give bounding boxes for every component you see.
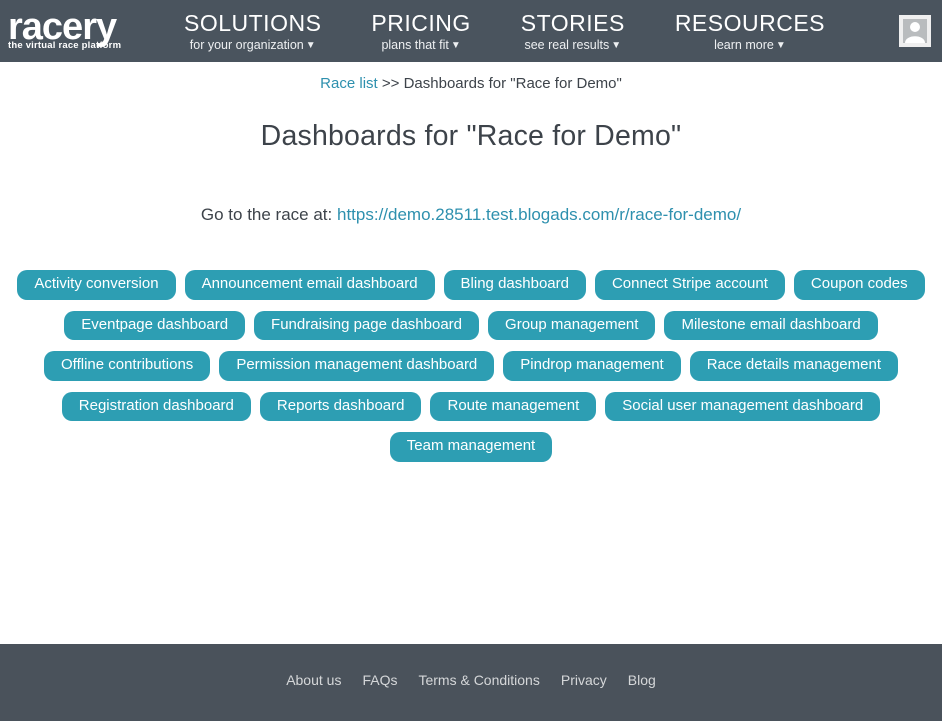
nav-item-stories[interactable]: STORIES see real results▼ (521, 10, 625, 51)
nav-sublabel: for your organization▼ (184, 38, 321, 52)
dashboard-button-social-user-management[interactable]: Social user management dashboard (605, 392, 880, 422)
nav-item-pricing[interactable]: PRICING plans that fit▼ (371, 10, 470, 51)
nav-label: RESOURCES (675, 10, 825, 36)
dashboard-button-race-details[interactable]: Race details management (690, 351, 898, 381)
footer-link-about-us[interactable]: About us (286, 672, 341, 688)
breadcrumb: Race list >> Dashboards for "Race for De… (0, 62, 942, 92)
nav-label: PRICING (371, 10, 470, 36)
nav-item-solutions[interactable]: SOLUTIONS for your organization▼ (184, 10, 321, 51)
footer-link-faqs[interactable]: FAQs (362, 672, 397, 688)
dashboard-button-eventpage[interactable]: Eventpage dashboard (64, 311, 245, 341)
breadcrumb-current: Dashboards for "Race for Demo" (404, 75, 622, 92)
dashboard-button-team-management[interactable]: Team management (390, 432, 552, 462)
race-link-prefix: Go to the race at: (201, 205, 332, 224)
nav-sublabel: plans that fit▼ (371, 38, 470, 52)
racery-logo[interactable]: racery the virtual race platform (8, 12, 158, 51)
breadcrumb-separator: >> (382, 75, 400, 92)
site-header: racery the virtual race platform SOLUTIO… (0, 0, 942, 62)
dashboard-button-group-management[interactable]: Group management (488, 311, 655, 341)
race-link-line: Go to the race at: https://demo.28511.te… (0, 205, 942, 225)
footer-link-privacy[interactable]: Privacy (561, 672, 607, 688)
nav-sublabel: see real results▼ (521, 38, 625, 52)
dashboard-button-permission-management[interactable]: Permission management dashboard (219, 351, 494, 381)
dashboard-button-connect-stripe[interactable]: Connect Stripe account (595, 270, 785, 300)
chevron-down-icon: ▼ (451, 40, 461, 51)
dashboard-button-milestone-email[interactable]: Milestone email dashboard (664, 311, 877, 341)
nav-label: SOLUTIONS (184, 10, 321, 36)
dashboard-button-bling[interactable]: Bling dashboard (444, 270, 586, 300)
breadcrumb-race-list-link[interactable]: Race list (320, 75, 378, 92)
dashboard-button-row: Registration dashboard Reports dashboard… (0, 392, 942, 422)
dashboard-button-route-management[interactable]: Route management (430, 392, 596, 422)
dashboard-button-announcement-email[interactable]: Announcement email dashboard (185, 270, 435, 300)
dashboard-button-pindrop-management[interactable]: Pindrop management (503, 351, 680, 381)
dashboard-button-row: Offline contributions Permission managem… (0, 351, 942, 381)
nav-item-resources[interactable]: RESOURCES learn more▼ (675, 10, 825, 51)
nav-label: STORIES (521, 10, 625, 36)
dashboard-button-registration[interactable]: Registration dashboard (62, 392, 251, 422)
logo-tagline: the virtual race platform (8, 41, 158, 51)
chevron-down-icon: ▼ (306, 40, 316, 51)
dashboard-button-reports[interactable]: Reports dashboard (260, 392, 422, 422)
main-nav: SOLUTIONS for your organization▼ PRICING… (184, 10, 825, 51)
dashboard-button-coupon-codes[interactable]: Coupon codes (794, 270, 925, 300)
dashboard-button-row: Eventpage dashboard Fundraising page das… (0, 311, 942, 341)
footer-links: About us FAQs Terms & Conditions Privacy… (286, 672, 656, 688)
page-title: Dashboards for "Race for Demo" (0, 120, 942, 153)
main-content: Race list >> Dashboards for "Race for De… (0, 62, 942, 644)
nav-sublabel: learn more▼ (675, 38, 825, 52)
user-avatar-icon (904, 19, 926, 43)
dashboard-button-offline-contributions[interactable]: Offline contributions (44, 351, 210, 381)
footer-link-blog[interactable]: Blog (628, 672, 656, 688)
user-account-button[interactable] (899, 15, 931, 47)
dashboard-button-activity-conversion[interactable]: Activity conversion (17, 270, 175, 300)
dashboard-button-row: Team management (0, 432, 942, 462)
chevron-down-icon: ▼ (611, 40, 621, 51)
site-footer: About us FAQs Terms & Conditions Privacy… (0, 644, 942, 721)
chevron-down-icon: ▼ (776, 40, 786, 51)
dashboard-button-grid: Activity conversion Announcement email d… (0, 270, 942, 462)
footer-link-terms[interactable]: Terms & Conditions (418, 672, 539, 688)
dashboard-button-row: Activity conversion Announcement email d… (0, 270, 942, 300)
race-url-link[interactable]: https://demo.28511.test.blogads.com/r/ra… (337, 205, 741, 224)
dashboard-button-fundraising-page[interactable]: Fundraising page dashboard (254, 311, 479, 341)
